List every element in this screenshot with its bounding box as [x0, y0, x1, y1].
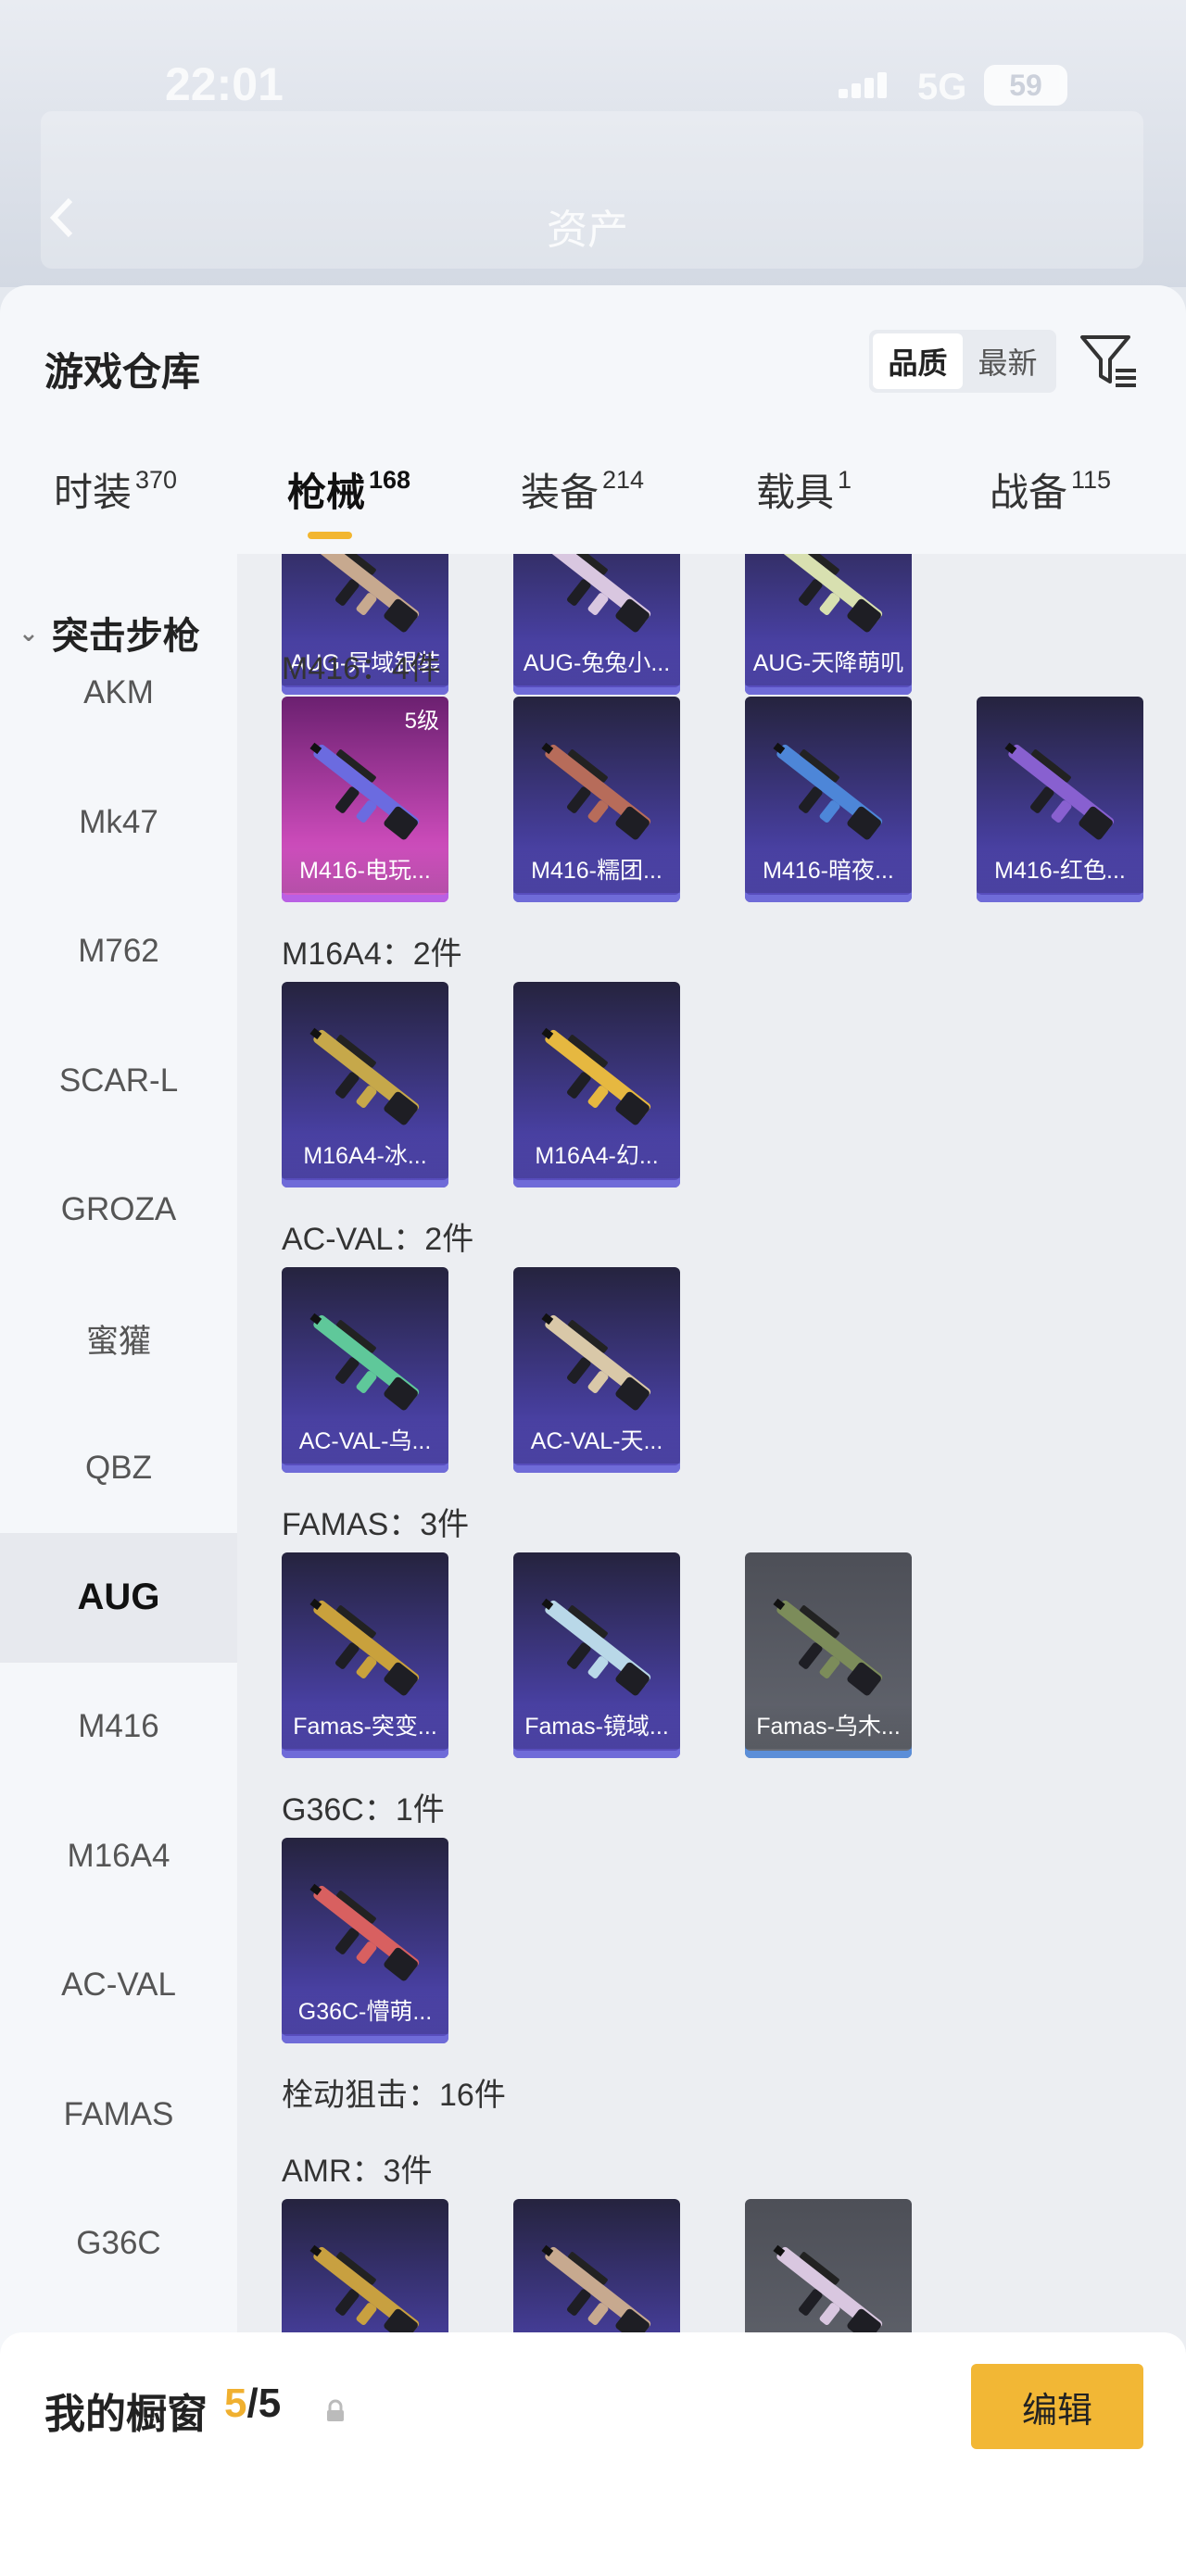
weapon-grid: AUG-异域银装 AUG-兔兔小... AUG-天降萌叽 M416：4件 5级 M416-…	[237, 554, 1186, 2576]
rifle-icon	[541, 1598, 651, 1696]
group-header: G36C：1件	[282, 1792, 445, 1828]
group-header: FAMAS：3件	[282, 1507, 470, 1542]
weapon-card-label: M416-红色...	[977, 848, 1143, 893]
tab-supplies[interactable]: 战备 115	[990, 461, 1111, 518]
group-header: AMR：3件	[282, 2154, 433, 2189]
group-header: M416：4件	[282, 651, 441, 686]
sidebar-item-g36c[interactable]: G36C	[0, 2179, 237, 2308]
rifle-icon	[309, 1027, 420, 1125]
rifle-icon	[773, 1598, 883, 1696]
tab-firearms[interactable]: 枪械 168	[287, 461, 410, 539]
sort-quality-button[interactable]: 品质	[873, 333, 963, 389]
sidebar-item-groza[interactable]: GROZA	[0, 1145, 237, 1275]
weapon-card-label: M416-糯团...	[513, 848, 680, 893]
rifle-icon	[773, 742, 883, 840]
rifle-icon	[541, 742, 651, 840]
background-page-title: 资产	[547, 207, 628, 253]
rifle-icon	[545, 554, 651, 633]
weapon-card-label: M416-暗夜...	[745, 848, 912, 893]
sidebar-item-scar-l[interactable]: SCAR-L	[0, 1016, 237, 1146]
weapon-card[interactable]: M16A4-幻...	[513, 982, 680, 1187]
lock-icon	[327, 2399, 344, 2421]
filter-icon[interactable]	[1079, 330, 1140, 391]
weapon-card[interactable]: M416-暗夜...	[745, 697, 912, 902]
showcase-label: 我的橱窗	[44, 2392, 208, 2437]
showcase-bar: 我的橱窗 5/5 编辑	[0, 2332, 1186, 2576]
sort-toggle: 品质 最新	[869, 330, 1056, 393]
weapon-card-label: M16A4-幻...	[513, 1134, 680, 1178]
rifle-icon	[776, 554, 883, 633]
sidebar-item-akm[interactable]: AKM	[0, 628, 237, 758]
weapon-card-label: Famas-镜域...	[513, 1704, 680, 1749]
rifle-icon	[309, 1313, 420, 1411]
signal-icon	[839, 70, 894, 98]
weapon-card[interactable]: G36C-懵萌...	[282, 1838, 448, 2043]
weapon-card[interactable]: AUG-兔兔小...	[513, 554, 680, 695]
weapon-card[interactable]: AC-VAL-乌...	[282, 1267, 448, 1473]
weapon-card[interactable]: M416-红色...	[977, 697, 1143, 902]
sheet-title: 游戏仓库	[44, 350, 201, 394]
battery-indicator: 59	[984, 65, 1067, 106]
weapon-card[interactable]: M16A4-冰...	[282, 982, 448, 1187]
weapon-card-label: Famas-乌木...	[745, 1704, 912, 1749]
weapon-card-label: M416-电玩...	[282, 848, 448, 893]
category-tabs: 时装 370 枪械 168 装备 214 载具 1 战备 115	[0, 461, 1186, 554]
tab-vehicles[interactable]: 载具 1	[756, 461, 852, 518]
weapon-card-label: AC-VAL-天...	[513, 1419, 680, 1464]
weapon-card[interactable]: Famas-突变...	[282, 1552, 448, 1758]
rifle-icon	[541, 1313, 651, 1411]
status-time: 22:01	[165, 58, 284, 110]
sidebar-item-m416[interactable]: M416	[0, 1662, 237, 1791]
weapon-card[interactable]: M416-糯团...	[513, 697, 680, 902]
rifle-icon	[1004, 742, 1115, 840]
showcase-count: 5/5	[224, 2381, 282, 2426]
weapon-card-label: AUG-天降萌叽	[745, 641, 912, 685]
sidebar-item-famas[interactable]: FAMAS	[0, 2050, 237, 2180]
group-header: 栓动狙击：16件	[282, 2078, 506, 2113]
sidebar-item-m16a4[interactable]: M16A4	[0, 1791, 237, 1921]
weapon-card[interactable]: AUG-天降萌叽	[745, 554, 912, 695]
weapon-card[interactable]: AC-VAL-天...	[513, 1267, 680, 1473]
level-badge: 5级	[404, 709, 439, 734]
weapon-card-label: M16A4-冰...	[282, 1134, 448, 1178]
weapon-card-label: Famas-突变...	[282, 1704, 448, 1749]
sidebar-item-ac-val[interactable]: AC-VAL	[0, 1920, 237, 2050]
warehouse-sheet: 游戏仓库 品质 最新 时装 370 枪械 168 装备 214 载具 1 战备 115 ⌄…	[0, 285, 1186, 2576]
tab-equipment[interactable]: 装备 214	[521, 461, 644, 518]
rifle-icon	[309, 742, 420, 840]
sort-latest-button[interactable]: 最新	[963, 333, 1053, 389]
active-tab-indicator	[308, 532, 352, 539]
group-header: AC-VAL：2件	[282, 1222, 474, 1257]
weapon-card-label: AUG-兔兔小...	[513, 641, 680, 685]
weapon-sidebar: ⌄ 突击步枪 AKM Mk47 M762 SCAR-L GROZA 蜜獾 QBZ AUG M416…	[0, 554, 237, 2576]
sidebar-item-m762[interactable]: M762	[0, 886, 237, 1016]
sidebar-item-aug[interactable]: AUG	[0, 1532, 237, 1663]
rifle-icon	[541, 1027, 651, 1125]
rifle-icon	[309, 1598, 420, 1696]
tab-fashion[interactable]: 时装 370	[54, 461, 177, 518]
weapon-card-label: G36C-懵萌...	[282, 1990, 448, 2034]
rifle-icon	[313, 554, 420, 633]
sidebar-item-honey-badger[interactable]: 蜜獾	[0, 1275, 237, 1404]
rifle-icon	[309, 1883, 420, 1981]
network-type: 5G	[917, 67, 967, 107]
back-arrow-icon[interactable]	[44, 195, 82, 241]
weapon-card[interactable]: 5级 M416-电玩...	[282, 697, 448, 902]
sidebar-item-mk47[interactable]: Mk47	[0, 758, 237, 887]
weapon-card[interactable]: Famas-镜域...	[513, 1552, 680, 1758]
background-header: 22:01 5G 59 资产	[0, 0, 1186, 287]
edit-button[interactable]: 编辑	[971, 2364, 1143, 2449]
weapon-card-label: AC-VAL-乌...	[282, 1419, 448, 1464]
sidebar-item-qbz[interactable]: QBZ	[0, 1403, 237, 1533]
group-header: M16A4：2件	[282, 936, 462, 972]
weapon-card[interactable]: Famas-乌木...	[745, 1552, 912, 1758]
